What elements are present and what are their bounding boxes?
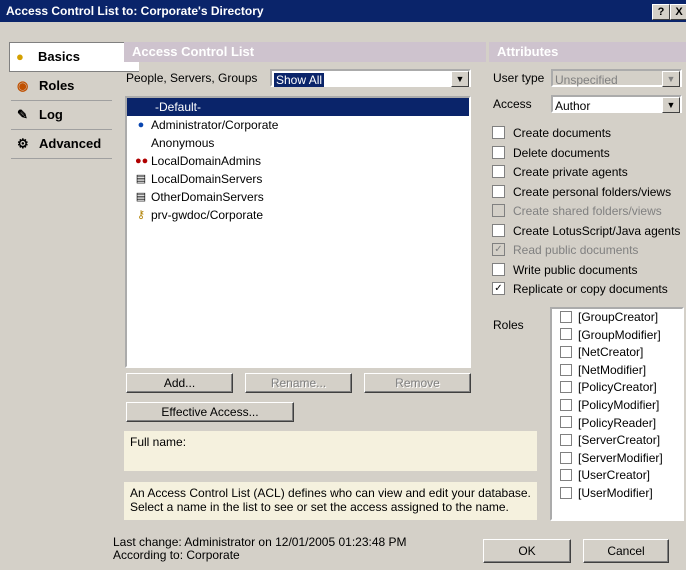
role-item[interactable]: [NetModifier] (552, 362, 682, 380)
role-item[interactable]: [GroupModifier] (552, 327, 682, 345)
user-type-label: User type (493, 71, 545, 85)
create-shared-folders-checkbox[interactable]: Create shared folders/views (492, 202, 662, 220)
checkbox-box[interactable] (560, 310, 572, 323)
role-item[interactable]: [PolicyReader] (552, 415, 682, 433)
chevron-down-icon[interactable]: ▼ (662, 97, 680, 113)
info-text-line2: Select a name in the list to see or set … (130, 500, 509, 514)
checkbox-box[interactable] (560, 469, 572, 482)
title-bar: Access Control List to: Corporate's Dire… (0, 0, 686, 22)
role-item[interactable]: [UserCreator] (552, 467, 682, 485)
list-item[interactable]: ▤ LocalDomainServers (127, 170, 469, 188)
check-icon[interactable]: ✓ (492, 282, 505, 296)
list-item[interactable]: ⚷ prv-gwdoc/Corporate (127, 206, 469, 224)
filter-label: People, Servers, Groups (126, 71, 258, 85)
sidebar-item-roles[interactable]: ◉ Roles (11, 72, 112, 101)
checkbox-box[interactable] (560, 486, 572, 499)
window-title: Access Control List to: Corporate's Dire… (6, 4, 264, 18)
list-item[interactable]: ▤ OtherDomainServers (127, 188, 469, 206)
sidebar-item-basics[interactable]: ● Basics (9, 42, 139, 72)
group-icon: ●● (135, 155, 149, 167)
advanced-icon: ⚙ (17, 136, 29, 151)
user-type-value: Unspecified (555, 73, 618, 87)
list-item[interactable]: ● Administrator/Corporate (127, 116, 469, 134)
replicate-documents-checkbox[interactable]: ✓ Replicate or copy documents (492, 280, 668, 298)
access-label: Access (493, 97, 532, 111)
checkbox-box[interactable] (492, 223, 505, 237)
role-item[interactable]: [UserModifier] (552, 485, 682, 503)
user-key-icon: ⚷ (136, 209, 146, 221)
fullname-box: Full name: (124, 431, 537, 471)
rename-button[interactable]: Rename... (245, 373, 352, 393)
checkbox-box[interactable] (560, 433, 572, 446)
effective-access-button[interactable]: Effective Access... (126, 402, 294, 422)
server-icon: ▤ (135, 191, 147, 203)
add-button[interactable]: Add... (126, 373, 233, 393)
checkbox-box[interactable] (560, 328, 572, 341)
checkbox-box[interactable] (492, 145, 505, 159)
person-icon: ● (137, 119, 145, 131)
fullname-label: Full name: (130, 435, 187, 449)
role-item[interactable]: [PolicyModifier] (552, 397, 682, 415)
sidebar-item-label: Advanced (39, 136, 102, 151)
read-public-documents-checkbox[interactable]: ✓ Read public documents (492, 241, 638, 259)
person-icon: ● (16, 49, 24, 64)
info-text-line1: An Access Control List (ACL) defines who… (130, 486, 531, 500)
filter-value: Show All (274, 73, 325, 87)
acl-header: Access Control List (124, 42, 486, 62)
checkbox-box[interactable] (492, 165, 505, 179)
close-button[interactable]: X (670, 4, 686, 20)
sidebar-item-label: Log (39, 107, 63, 122)
filter-select[interactable]: Show All ▼ (270, 69, 471, 87)
create-documents-checkbox[interactable]: Create documents (492, 124, 611, 142)
sidebar-item-advanced[interactable]: ⚙ Advanced (11, 130, 112, 159)
help-button[interactable]: ? (652, 4, 670, 20)
role-item[interactable]: [NetCreator] (552, 344, 682, 362)
check-icon[interactable]: ✓ (492, 243, 505, 257)
user-type-select[interactable]: Unspecified ▼ (551, 69, 682, 87)
checkbox-box[interactable] (492, 184, 505, 198)
role-item[interactable]: [ServerModifier] (552, 450, 682, 468)
sidebar: ● Basics ◉ Roles ✎ Log ⚙ Advanced (9, 42, 139, 159)
checkbox-box[interactable] (560, 451, 572, 464)
write-public-documents-checkbox[interactable]: Write public documents (492, 261, 638, 279)
list-item[interactable]: Anonymous (127, 134, 469, 152)
checkbox-box[interactable] (492, 126, 505, 140)
attributes-header: Attributes (489, 42, 686, 62)
cancel-button[interactable]: Cancel (583, 539, 669, 563)
checkbox-box[interactable] (492, 262, 505, 276)
access-value: Author (555, 99, 591, 113)
checkbox-box[interactable] (560, 346, 572, 359)
checkbox-box[interactable] (560, 398, 572, 411)
according-to-text: According to: Corporate (113, 548, 240, 562)
log-icon: ✎ (17, 107, 28, 122)
access-select[interactable]: Author ▼ (551, 95, 682, 113)
list-item[interactable]: -Default- (127, 98, 469, 116)
checkbox-box[interactable] (560, 416, 572, 429)
ok-button[interactable]: OK (483, 539, 571, 563)
remove-button[interactable]: Remove (364, 373, 471, 393)
roles-label: Roles (493, 318, 524, 332)
delete-documents-checkbox[interactable]: Delete documents (492, 144, 610, 162)
checkbox-box[interactable] (492, 204, 505, 218)
sidebar-item-log[interactable]: ✎ Log (11, 101, 112, 130)
create-personal-folders-checkbox[interactable]: Create personal folders/views (492, 183, 671, 201)
checkbox-box[interactable] (560, 381, 572, 394)
sidebar-item-label: Basics (38, 49, 80, 64)
last-change-info: Last change: Administrator on 12/01/2005… (113, 536, 407, 562)
role-item[interactable]: [ServerCreator] (552, 432, 682, 450)
create-private-agents-checkbox[interactable]: Create private agents (492, 163, 628, 181)
acl-info-box: An Access Control List (ACL) defines who… (124, 482, 537, 520)
create-lotusscript-agents-checkbox[interactable]: Create LotusScript/Java agents (492, 222, 680, 240)
role-item[interactable]: [PolicyCreator] (552, 379, 682, 397)
acl-list[interactable]: -Default- ● Administrator/Corporate Anon… (125, 96, 471, 368)
role-item[interactable]: [GroupCreator] (552, 309, 682, 327)
roles-list[interactable]: [GroupCreator] [GroupModifier] [NetCreat… (550, 307, 684, 521)
chevron-down-icon[interactable]: ▼ (451, 71, 469, 87)
checkbox-box[interactable] (560, 363, 572, 376)
server-icon: ▤ (135, 173, 147, 185)
roles-icon: ◉ (17, 78, 29, 93)
list-item[interactable]: ●● LocalDomainAdmins (127, 152, 469, 170)
chevron-down-icon[interactable]: ▼ (662, 71, 680, 87)
sidebar-item-label: Roles (39, 78, 75, 93)
